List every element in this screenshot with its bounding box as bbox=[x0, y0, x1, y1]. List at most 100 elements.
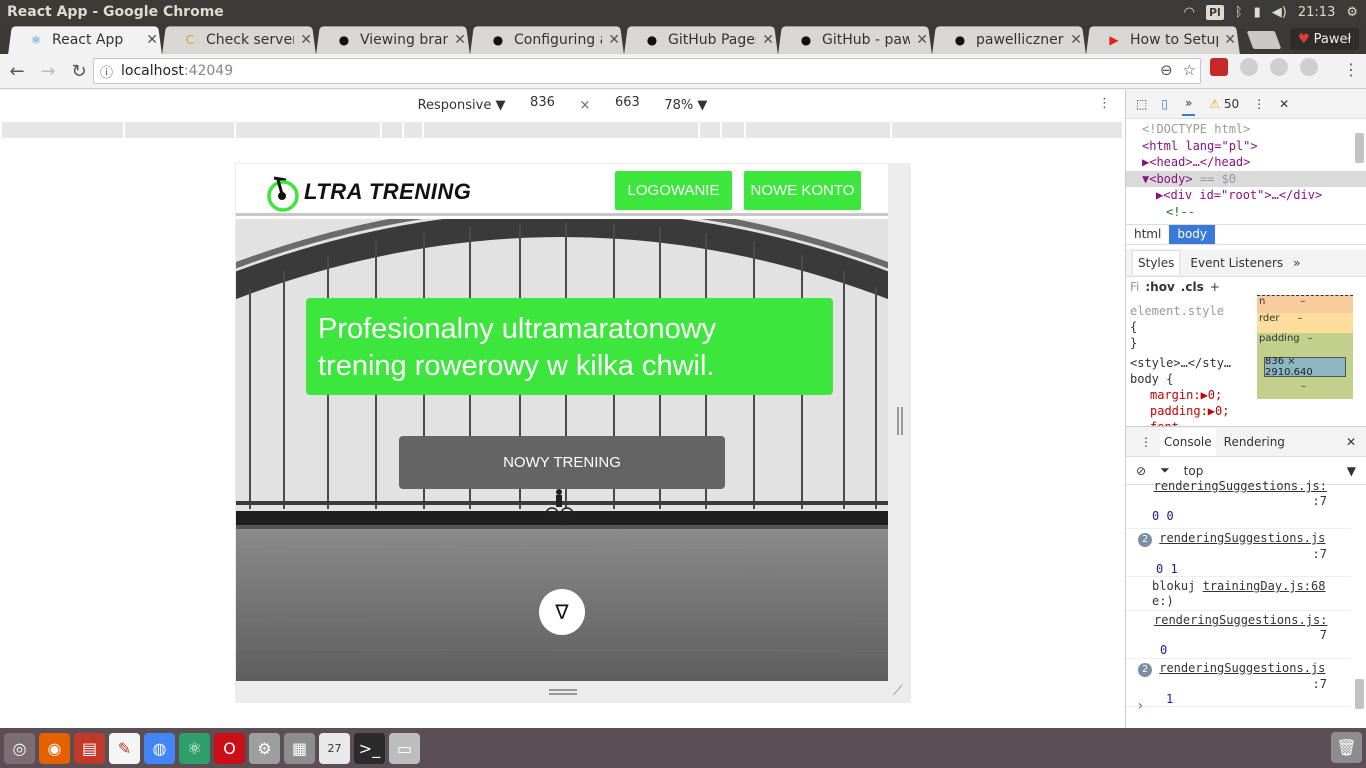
site-logo[interactable]: LTRA TRENING bbox=[266, 172, 471, 212]
tab-viewing-branches[interactable]: ● Viewing bran ✕ bbox=[312, 26, 474, 54]
more-tabs-icon[interactable]: » bbox=[1293, 256, 1300, 270]
drawer-menu-icon[interactable]: ⋮ bbox=[1140, 435, 1152, 449]
new-training-button[interactable]: NOWY TRENING bbox=[399, 436, 725, 489]
trash-icon[interactable]: 🗑 bbox=[1331, 732, 1362, 763]
extension-grey-icon[interactable] bbox=[1240, 58, 1258, 76]
console-source-link[interactable]: renderingSuggestions.js bbox=[1159, 661, 1325, 675]
opera-icon[interactable]: O bbox=[214, 732, 245, 764]
resize-handle-corner[interactable]: ⟋ bbox=[893, 683, 903, 699]
console-prompt[interactable]: › bbox=[1136, 699, 1144, 714]
volume-icon[interactable]: ◀) bbox=[1272, 5, 1287, 20]
resize-handle-bottom[interactable] bbox=[549, 689, 577, 695]
tab-pawelliczner[interactable]: ● pawelliczner: ✕ bbox=[928, 26, 1090, 54]
close-tab-icon[interactable]: ✕ bbox=[916, 32, 928, 48]
ubuntu-icon[interactable]: ◎ bbox=[4, 732, 35, 764]
close-tab-icon[interactable]: ✕ bbox=[608, 32, 620, 48]
root-div-node[interactable]: ▶<div id="root">…</div> bbox=[1142, 187, 1366, 204]
chrome-icon[interactable]: ◍ bbox=[144, 732, 175, 764]
extension-ring-icon[interactable] bbox=[1300, 58, 1318, 76]
console-source-link[interactable]: renderingSuggestions.js: bbox=[1126, 479, 1351, 494]
terminal-icon[interactable]: >_ bbox=[354, 732, 385, 764]
tab-console[interactable]: Console bbox=[1160, 427, 1216, 456]
console-source-link[interactable]: trainingDay.js:68 bbox=[1203, 579, 1326, 593]
close-devtools-icon[interactable]: ✕ bbox=[1279, 97, 1289, 111]
tab-rendering[interactable]: Rendering bbox=[1224, 435, 1285, 449]
zoom-icon[interactable]: ⊖ bbox=[1160, 61, 1173, 79]
close-tab-icon[interactable]: ✕ bbox=[1070, 32, 1082, 48]
add-rule-icon[interactable]: + bbox=[1210, 279, 1220, 295]
calendar-icon[interactable]: 27 bbox=[319, 732, 350, 764]
close-tab-icon[interactable]: ✕ bbox=[1224, 32, 1236, 48]
bookmark-star-icon[interactable]: ☆ bbox=[1183, 61, 1196, 79]
html-node[interactable]: <html lang="pl"> bbox=[1142, 138, 1366, 155]
calculator-icon[interactable]: ▦ bbox=[284, 732, 315, 764]
page-info-icon[interactable]: ⓘ bbox=[100, 62, 113, 81]
context-dropdown-icon[interactable]: ▼ bbox=[1347, 464, 1356, 478]
box-model-content[interactable]: 836 × 2910.640 bbox=[1264, 356, 1346, 378]
tab-configuring[interactable]: ● Configuring a ✕ bbox=[466, 26, 628, 54]
chrome-menu-icon[interactable]: ⋮ bbox=[1343, 60, 1359, 79]
extension-circle-icon[interactable] bbox=[1270, 58, 1288, 76]
tab-styles[interactable]: Styles bbox=[1132, 250, 1181, 275]
battery-icon[interactable]: ▮ bbox=[1254, 5, 1261, 20]
profile-button[interactable]: ♥ Paweł bbox=[1290, 28, 1360, 50]
power-gear-icon[interactable]: ⚙ bbox=[1346, 5, 1358, 20]
address-bar[interactable]: ⓘ localhost :42049 ⊖ ☆ bbox=[93, 58, 1201, 84]
tab-how-to-setup[interactable]: ▶ How to Setup ✕ bbox=[1082, 26, 1244, 54]
filter-icon[interactable]: ⏷ bbox=[1160, 463, 1170, 478]
viewport-width-field[interactable]: 836 bbox=[519, 95, 565, 115]
tab-check-server[interactable]: C Check server: ✕ bbox=[158, 26, 320, 54]
viewport-height-field[interactable]: 663 bbox=[604, 95, 650, 115]
body-node[interactable]: ▼<body> == $0 bbox=[1126, 170, 1366, 187]
drive-icon[interactable]: ▭ bbox=[389, 732, 420, 764]
more-panels-icon[interactable]: » bbox=[1181, 92, 1196, 116]
warnings-counter[interactable]: ⚠ 50 bbox=[1209, 97, 1239, 111]
back-arrow-icon[interactable]: ← bbox=[3, 57, 31, 85]
inspect-element-icon[interactable]: ⬚ bbox=[1136, 97, 1147, 111]
breadcrumb-html[interactable]: html bbox=[1126, 225, 1169, 244]
login-button[interactable]: LOGOWANIE bbox=[615, 171, 732, 210]
font-declaration[interactable]: font- bbox=[1130, 419, 1242, 426]
class-toggle[interactable]: .cls bbox=[1181, 279, 1204, 295]
console-context-select[interactable]: top bbox=[1184, 464, 1204, 478]
device-toggle-icon[interactable]: ▯ bbox=[1161, 97, 1168, 111]
close-tab-icon[interactable]: ✕ bbox=[300, 32, 312, 48]
doctype-node[interactable]: <!DOCTYPE html> bbox=[1142, 121, 1366, 138]
extension-red-icon[interactable] bbox=[1210, 58, 1228, 76]
keyboard-layout-indicator[interactable]: Pl bbox=[1205, 4, 1224, 20]
style-source-link[interactable]: <style>…</sty… bbox=[1130, 355, 1242, 371]
clear-console-icon[interactable]: ⊘ bbox=[1136, 464, 1146, 478]
styles-filter-input[interactable]: Fi bbox=[1130, 279, 1139, 295]
close-drawer-icon[interactable]: ✕ bbox=[1346, 435, 1356, 449]
atom-icon[interactable]: ⚛ bbox=[179, 732, 210, 764]
resize-handle-right[interactable] bbox=[897, 407, 903, 435]
comment-node[interactable]: <!-- bbox=[1142, 204, 1366, 221]
zoom-select[interactable]: 78% ▼ bbox=[664, 98, 707, 113]
settings-icon[interactable]: ⚙ bbox=[249, 732, 280, 764]
new-tab-button[interactable] bbox=[1246, 31, 1282, 49]
new-account-button[interactable]: NOWE KONTO bbox=[744, 171, 861, 210]
firefox-icon[interactable]: ◉ bbox=[39, 732, 70, 764]
device-toolbar-menu-icon[interactable]: ⋮ bbox=[1098, 96, 1111, 111]
margin-declaration[interactable]: margin:▶0; bbox=[1130, 387, 1242, 403]
console-source-link[interactable]: renderingSuggestions.js bbox=[1159, 531, 1325, 545]
reload-icon[interactable]: ↻ bbox=[65, 57, 93, 85]
device-mode-select[interactable]: Responsive ▼ bbox=[418, 98, 506, 113]
forward-arrow-icon[interactable]: → bbox=[34, 57, 62, 85]
bluetooth-icon[interactable]: ᛒ bbox=[1235, 5, 1243, 20]
close-tab-icon[interactable]: ✕ bbox=[454, 32, 466, 48]
hover-state-toggle[interactable]: :hov bbox=[1145, 279, 1174, 295]
head-node[interactable]: ▶<head>…</head> bbox=[1142, 154, 1366, 171]
close-tab-icon[interactable]: ✕ bbox=[762, 32, 774, 48]
scroll-down-button[interactable]: ∇ bbox=[539, 589, 585, 635]
tab-react-app[interactable]: ⚛ React App ✕ bbox=[4, 26, 166, 54]
console-source-link[interactable]: renderingSuggestions.js: bbox=[1126, 613, 1351, 628]
close-tab-icon[interactable]: ✕ bbox=[146, 32, 158, 48]
console-scrollbar[interactable] bbox=[1355, 679, 1364, 709]
tab-github-pawel[interactable]: ● GitHub - pawe ✕ bbox=[774, 26, 936, 54]
files-icon[interactable]: ▤ bbox=[74, 732, 105, 764]
tab-github-pages[interactable]: ● GitHub Pages ✕ bbox=[620, 26, 782, 54]
clock[interactable]: 21:13 bbox=[1298, 5, 1335, 20]
media-query-bar[interactable] bbox=[2, 122, 1122, 138]
padding-declaration[interactable]: padding:▶0; bbox=[1130, 403, 1242, 419]
